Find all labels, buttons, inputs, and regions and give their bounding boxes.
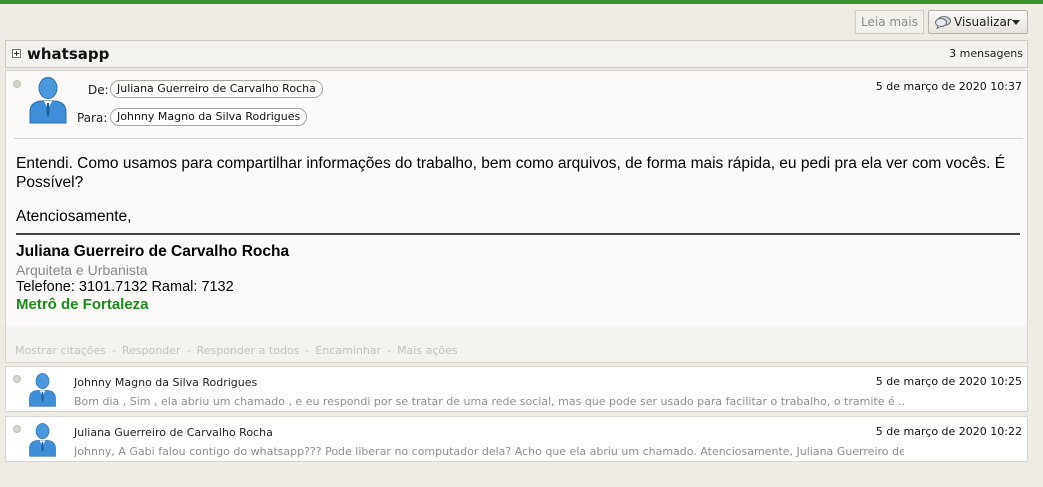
message-actions-area: Mostrar citações - Responder - Responder a t…	[6, 326, 1027, 362]
unread-dot-icon[interactable]	[13, 425, 21, 433]
signature-organization: Metrô de Fortaleza	[16, 296, 149, 313]
expand-icon[interactable]	[12, 49, 21, 58]
unread-dot-icon[interactable]	[13, 375, 21, 383]
user-avatar-icon	[29, 373, 56, 407]
thread-header: whatsapp 3 mensagens	[5, 40, 1028, 68]
message-sender: Johnny Magno da Silva Rodrigues	[74, 376, 258, 389]
more-actions-link[interactable]: Mais ações	[397, 344, 458, 357]
collapsed-message[interactable]: Johnny Magno da Silva Rodrigues 5 de mar…	[5, 366, 1028, 412]
collapsed-message[interactable]: Juliana Guerreiro de Carvalho Rocha 5 de…	[5, 416, 1028, 462]
unread-dot-icon[interactable]	[13, 80, 21, 88]
read-more-button[interactable]: Leia mais	[855, 10, 924, 34]
message-date: 5 de março de 2020 10:22	[875, 425, 1022, 438]
message-preview: Bom dia , Sim , ela abriu um chamado , e…	[74, 395, 904, 408]
action-separator: -	[186, 344, 191, 357]
header-divider	[14, 138, 1023, 139]
message-sender: Juliana Guerreiro de Carvalho Rocha	[74, 426, 273, 439]
speech-bubble-icon	[935, 16, 951, 29]
message-actions: Mostrar citações - Responder - Responder a t…	[15, 344, 458, 357]
from-label: De:	[88, 83, 109, 97]
signature-name: Juliana Guerreiro de Carvalho Rocha	[16, 243, 290, 260]
to-label: Para:	[77, 111, 108, 125]
chevron-down-icon	[1012, 20, 1020, 25]
reply-link[interactable]: Responder	[122, 344, 181, 357]
forward-link[interactable]: Encaminhar	[315, 344, 381, 357]
message-date: 5 de março de 2020 10:37	[875, 80, 1022, 93]
signature-phone: Telefone: 3101.7132 Ramal: 7132	[16, 279, 234, 295]
reply-all-link[interactable]: Responder a todos	[197, 344, 300, 357]
action-separator: -	[387, 344, 392, 357]
action-separator: -	[305, 344, 310, 357]
from-contact-chip[interactable]: Juliana Guerreiro de Carvalho Rocha	[110, 80, 323, 98]
signature-role: Arquiteta e Urbanista	[16, 262, 148, 278]
message-closing: Atenciosamente,	[16, 208, 132, 225]
view-button[interactable]: Visualizar	[928, 10, 1028, 34]
to-contact-chip[interactable]: Johnny Magno da Silva Rodrigues	[110, 108, 308, 126]
action-separator: -	[111, 344, 116, 357]
toolbar: Leia mais Visualizar	[0, 4, 1043, 40]
view-button-label: Visualizar	[954, 15, 1012, 29]
message-date: 5 de março de 2020 10:25	[875, 375, 1022, 388]
user-avatar-icon	[29, 423, 56, 457]
signature-divider	[16, 233, 1020, 235]
open-message: De: Juliana Guerreiro de Carvalho Rocha …	[5, 70, 1028, 363]
message-count: 3 mensagens	[949, 47, 1023, 60]
thread-title: whatsapp	[27, 45, 110, 63]
message-body: Entendi. Como usamos para compartilhar i…	[16, 155, 1006, 191]
message-preview: Johnny, A Gabi falou contigo do whatsapp…	[74, 445, 904, 458]
user-avatar-icon	[29, 77, 67, 124]
show-quotes-link[interactable]: Mostrar citações	[15, 344, 106, 357]
